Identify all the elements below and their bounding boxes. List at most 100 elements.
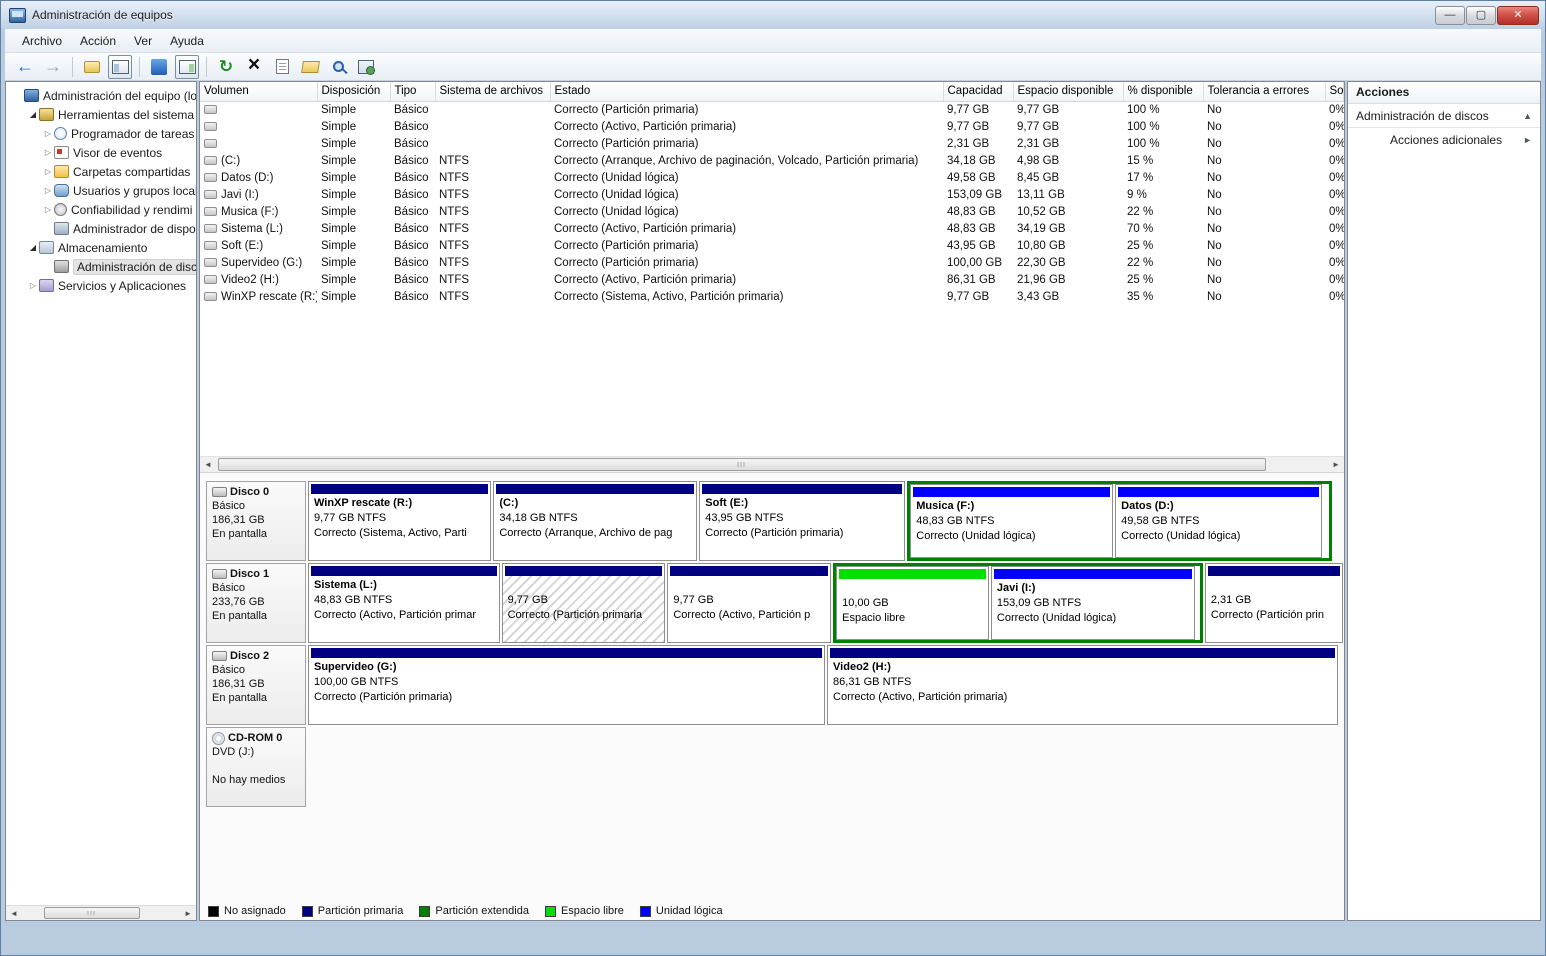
title-bar[interactable]: Administración de equipos — ▢ ✕ xyxy=(1,1,1545,29)
expand-expander-icon[interactable]: ▷ xyxy=(42,129,54,138)
tree-item-administrador-de-dispo[interactable]: Administrador de dispo xyxy=(6,219,196,238)
partition-status: Correcto (Activo, Partición p xyxy=(673,608,825,623)
volume-row[interactable]: Soft (E:)SimpleBásicoNTFSCorrecto (Parti… xyxy=(200,237,1344,254)
manage-button[interactable] xyxy=(354,55,378,79)
menu-item-ver[interactable]: Ver xyxy=(125,31,161,51)
primary-partition-region[interactable]: WinXP rescate (R:)9,77 GB NTFSCorrecto (… xyxy=(308,481,491,561)
volume-row[interactable]: Supervideo (G:)SimpleBásicoNTFSCorrecto … xyxy=(200,254,1344,271)
maximize-button[interactable]: ▢ xyxy=(1466,6,1496,25)
help-button[interactable] xyxy=(147,55,171,79)
disk-status: En pantalla xyxy=(212,609,300,623)
tree-item-herramientas-del-sistema[interactable]: ◢Herramientas del sistema xyxy=(6,105,196,124)
collapse-expander-icon[interactable]: ◢ xyxy=(27,110,39,119)
disk-name-label: Disco 1 xyxy=(230,567,269,581)
volume-row[interactable]: WinXP rescate (R:)SimpleBásicoNTFSCorrec… xyxy=(200,288,1344,305)
tree-item-usuarios-y-grupos-locale[interactable]: ▷Usuarios y grupos locale xyxy=(6,181,196,200)
primary-partition-region[interactable]: 9,77 GBCorrecto (Activo, Partición p xyxy=(667,563,831,643)
volume-row[interactable]: SimpleBásicoCorrecto (Partición primaria… xyxy=(200,135,1344,152)
volume-row[interactable]: SimpleBásicoCorrecto (Activo, Partición … xyxy=(200,118,1344,135)
tree-horizontal-scrollbar[interactable]: ◄ ► xyxy=(6,905,196,920)
expand-expander-icon[interactable]: ▷ xyxy=(42,167,54,176)
tree-item-confiabilidad-y-rendimi[interactable]: ▷Confiabilidad y rendimi xyxy=(6,200,196,219)
tree-item-almacenamiento[interactable]: ◢Almacenamiento xyxy=(6,238,196,257)
export-list-button[interactable] xyxy=(80,55,104,79)
minimize-button[interactable]: — xyxy=(1435,6,1465,25)
expand-expander-icon[interactable]: ▷ xyxy=(42,186,54,195)
column-header-tolerancia-a-errores[interactable]: Tolerancia a errores xyxy=(1203,82,1325,101)
delete-button[interactable] xyxy=(242,55,266,79)
column-header-estado[interactable]: Estado xyxy=(550,82,943,101)
column-header-tipo[interactable]: Tipo xyxy=(390,82,435,101)
primary-partition-region[interactable]: (C:)34,18 GB NTFSCorrecto (Arranque, Arc… xyxy=(493,481,697,561)
menu-item-ayuda[interactable]: Ayuda xyxy=(161,31,213,51)
actions-panel: Acciones Administración de discos ▲ Acci… xyxy=(1347,81,1541,921)
volume-row[interactable]: Datos (D:)SimpleBásicoNTFSCorrecto (Unid… xyxy=(200,169,1344,186)
search-button[interactable] xyxy=(326,55,350,79)
volume-row[interactable]: (C:)SimpleBásicoNTFSCorrecto (Arranque, … xyxy=(200,152,1344,169)
expand-expander-icon[interactable]: ▷ xyxy=(27,281,39,290)
cell-disposici-n: Simple xyxy=(317,271,390,288)
scrollbar-thumb[interactable] xyxy=(218,458,1266,471)
scroll-left-arrow-icon[interactable]: ◄ xyxy=(200,457,216,472)
column-header-volumen[interactable]: Volumen xyxy=(200,82,317,101)
expand-expander-icon[interactable]: ▷ xyxy=(42,205,54,214)
logical-drive-region[interactable]: Datos (D:)49,58 GB NTFSCorrecto (Unidad … xyxy=(1115,484,1322,558)
free-space-region[interactable]: 10,00 GBEspacio libre xyxy=(836,566,989,640)
column-header--disponible[interactable]: % disponible xyxy=(1123,82,1203,101)
column-header-capacidad[interactable]: Capacidad xyxy=(943,82,1013,101)
volume-name-label: Javi (I:) xyxy=(221,189,259,201)
partition-info: Datos (D:)49,58 GB NTFSCorrecto (Unidad … xyxy=(1116,497,1321,557)
collapse-expander-icon[interactable]: ◢ xyxy=(27,243,39,252)
tree-item-administraci-n-del-equipo-loc[interactable]: Administración del equipo (loc xyxy=(6,86,196,105)
logical-drive-region[interactable]: Javi (I:)153,09 GB NTFSCorrecto (Unidad … xyxy=(991,566,1195,640)
column-header-sistema-de-archivos[interactable]: Sistema de archivos xyxy=(435,82,550,101)
tree-item-programador-de-tareas[interactable]: ▷Programador de tareas xyxy=(6,124,196,143)
scroll-right-arrow-icon[interactable]: ► xyxy=(180,906,196,920)
disk-header[interactable]: Disco 2Básico186,31 GBEn pantalla xyxy=(206,645,306,725)
volume-row[interactable]: Musica (F:)SimpleBásicoNTFSCorrecto (Uni… xyxy=(200,203,1344,220)
drive-icon xyxy=(204,139,217,148)
volume-row[interactable]: Javi (I:)SimpleBásicoNTFSCorrecto (Unida… xyxy=(200,186,1344,203)
actions-section-disk-management[interactable]: Administración de discos ▲ xyxy=(1348,104,1540,128)
tree-item-carpetas-compartidas[interactable]: ▷Carpetas compartidas xyxy=(6,162,196,181)
scrollbar-thumb[interactable] xyxy=(44,907,140,919)
disk-header[interactable]: Disco 1Básico233,76 GBEn pantalla xyxy=(206,563,306,643)
menu-item-archivo[interactable]: Archivo xyxy=(13,31,71,51)
primary-partition-region[interactable]: Video2 (H:)86,31 GB NTFSCorrecto (Activo… xyxy=(827,645,1338,725)
scroll-right-arrow-icon[interactable]: ► xyxy=(1328,457,1344,472)
primary-partition-region[interactable]: Soft (E:)43,95 GB NTFSCorrecto (Partició… xyxy=(699,481,905,561)
scroll-left-arrow-icon[interactable]: ◄ xyxy=(6,906,22,920)
tree-item-servicios-y-aplicaciones[interactable]: ▷Servicios y Aplicaciones xyxy=(6,276,196,295)
close-button[interactable]: ✕ xyxy=(1497,6,1539,25)
primary-partition-region[interactable]: 9,77 GBCorrecto (Partición primaria xyxy=(502,563,666,643)
volume-list-horizontal-scrollbar[interactable]: ◄ ► xyxy=(200,456,1344,473)
primary-partition-region[interactable]: 2,31 GBCorrecto (Partición prin xyxy=(1205,563,1343,643)
primary-partition-region[interactable]: Supervideo (G:)100,00 GB NTFSCorrecto (P… xyxy=(308,645,825,725)
primary-partition-region[interactable]: Sistema (L:)48,83 GB NTFSCorrecto (Activ… xyxy=(308,563,500,643)
logical-drive-region[interactable]: Musica (F:)48,83 GB NTFSCorrecto (Unidad… xyxy=(910,484,1113,558)
forward-button[interactable] xyxy=(41,55,65,79)
menu-bar: ArchivoAcciónVerAyuda xyxy=(5,29,1541,53)
column-header-so[interactable]: So xyxy=(1325,82,1344,101)
volume-row[interactable]: SimpleBásicoCorrecto (Partición primaria… xyxy=(200,101,1344,118)
show-action-pane-button[interactable] xyxy=(175,55,199,79)
open-button[interactable] xyxy=(298,55,322,79)
column-header-espacio-disponible[interactable]: Espacio disponible xyxy=(1013,82,1123,101)
tree-item-administraci-n-de-disco[interactable]: Administración de disco xyxy=(6,257,196,276)
volume-row[interactable]: Sistema (L:)SimpleBásicoNTFSCorrecto (Ac… xyxy=(200,220,1344,237)
back-button[interactable] xyxy=(13,55,37,79)
disk-header[interactable]: CD-ROM 0DVD (J:)No hay medios xyxy=(206,727,306,807)
collapse-chevron-icon[interactable]: ▲ xyxy=(1523,111,1532,121)
menu-item-acción[interactable]: Acción xyxy=(71,31,125,51)
column-header-disposici-n[interactable]: Disposición xyxy=(317,82,390,101)
properties-button[interactable] xyxy=(270,55,294,79)
tree-item-visor-de-eventos[interactable]: ▷Visor de eventos xyxy=(6,143,196,162)
show-console-tree-button[interactable] xyxy=(108,55,132,79)
disk-header[interactable]: Disco 0Básico186,31 GBEn pantalla xyxy=(206,481,306,561)
actions-item-more-actions[interactable]: Acciones adicionales ► xyxy=(1348,128,1540,152)
expand-expander-icon[interactable]: ▷ xyxy=(42,148,54,157)
cell-sistema-de-archivos xyxy=(435,135,550,152)
refresh-button[interactable] xyxy=(214,55,238,79)
cell-so: 0% xyxy=(1325,237,1344,254)
volume-row[interactable]: Video2 (H:)SimpleBásicoNTFSCorrecto (Act… xyxy=(200,271,1344,288)
